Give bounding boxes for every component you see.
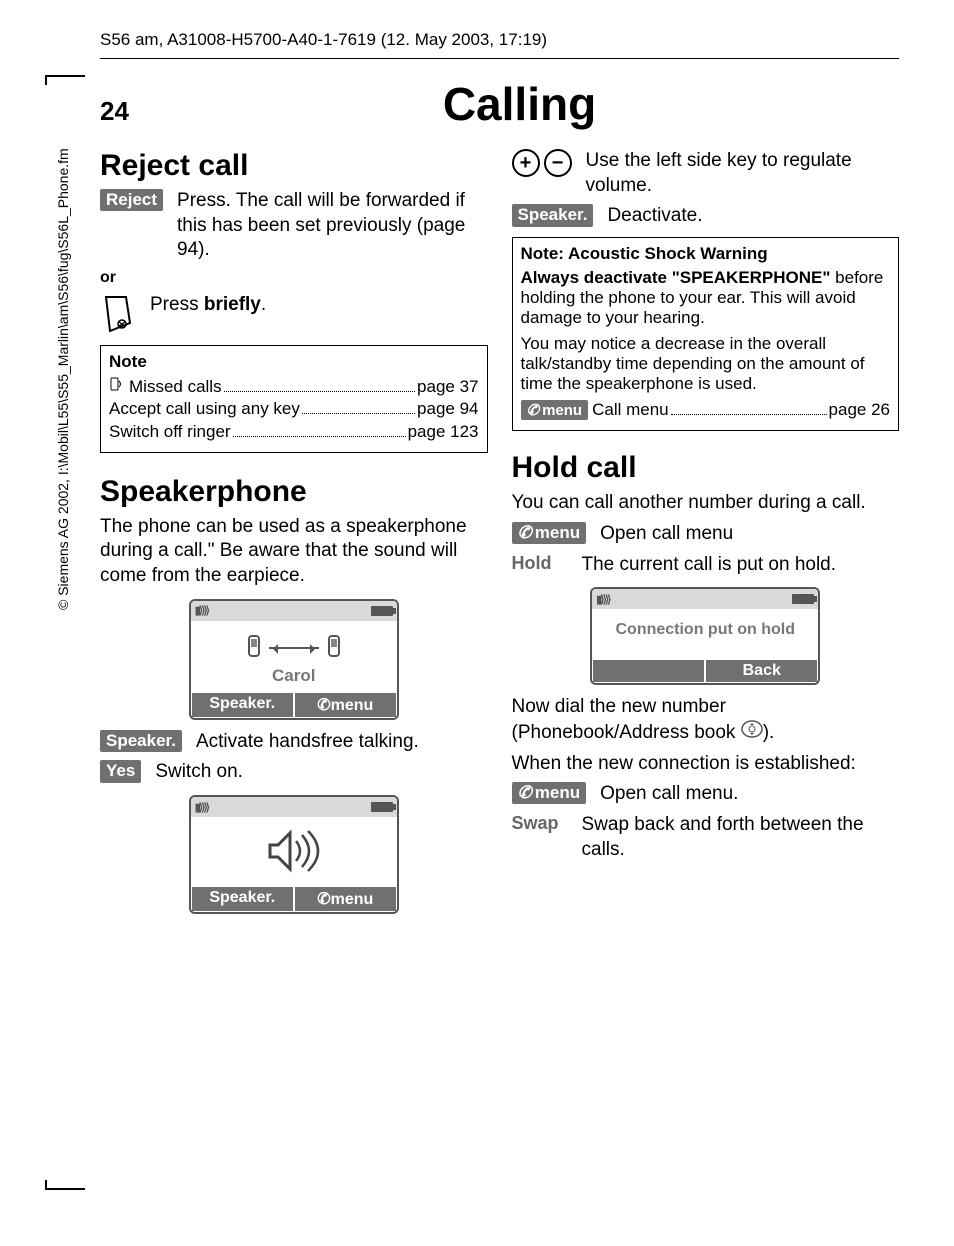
connection-established: When the new connection is established: (512, 752, 900, 777)
or-label: or (100, 269, 488, 287)
yes-desc: Switch on. (155, 760, 487, 785)
page-title: Calling (140, 77, 899, 131)
yes-softkey: Yes (100, 760, 141, 782)
plus-key-icon: + (512, 149, 540, 177)
doc-meta: S56 am, A31008-H5700-A40-1-7619 (12. May… (100, 30, 899, 50)
press-briefly: Press briefly. (150, 293, 488, 318)
softkey-menu: ✆menu (294, 692, 397, 718)
call-menu-softkey: ✆menu (521, 400, 589, 420)
speakerphone-heading: Speakerphone (100, 475, 488, 509)
end-call-icon (100, 293, 136, 335)
speakerphone-intro: The phone can be used as a speakerphone … (100, 515, 488, 589)
copyright-sidebar: © Siemens AG 2002, I:\Mobil\L55\S55_Marl… (55, 148, 71, 610)
reject-call-heading: Reject call (100, 149, 488, 183)
acoustic-warning-box: Note: Acoustic Shock Warning Always deac… (512, 237, 900, 431)
loudspeaker-icon (264, 862, 324, 879)
swap-desc: Swap back and forth between the calls. (582, 813, 900, 862)
signal-icon: ▮⟩⟩⟩⟩ (596, 593, 609, 606)
menu-softkey: ✆menu (512, 782, 587, 804)
menu-softkey: ✆menu (512, 522, 587, 544)
softkey-menu: ✆menu (294, 886, 397, 912)
speaker-off-softkey: Speaker. (512, 204, 594, 226)
minus-key-icon: − (544, 149, 572, 177)
reject-softkey: Reject (100, 189, 163, 211)
note-box: Note Missed callspage 37 Accept call usi… (100, 345, 488, 453)
phone-icon (245, 635, 263, 662)
softkey-back: Back (705, 659, 818, 683)
nav-key-icon (741, 720, 763, 746)
dial-new-number: Now dial the new number (Phonebook/Addre… (512, 695, 900, 745)
hold-desc: The current call is put on hold. (582, 553, 900, 578)
softkey-speaker: Speaker. (191, 886, 294, 912)
reject-desc: Press. The call will be forwarded if thi… (177, 189, 487, 263)
signal-icon: ▮⟩⟩⟩⟩ (195, 801, 208, 814)
signal-icon: ▮⟩⟩⟩⟩ (195, 604, 208, 617)
speaker-desc: Activate handsfree talking. (196, 730, 488, 755)
battery-icon (792, 594, 814, 604)
phone-screen-carol: ▮⟩⟩⟩⟩ Carol Speaker. ✆menu (189, 599, 399, 720)
phone-screen-speaker-on: ▮⟩⟩⟩⟩ Speaker. ✆menu (189, 795, 399, 914)
hold-label: Hold (512, 553, 582, 574)
transfer-arrow-icon (269, 647, 319, 649)
phone-screen-hold: ▮⟩⟩⟩⟩ Connection put on hold Back (590, 587, 820, 685)
softkey-speaker: Speaker. (191, 692, 294, 718)
missed-calls-icon (109, 376, 125, 397)
volume-desc: Use the left side key to regulate volume… (586, 149, 900, 198)
softkey-empty (592, 659, 705, 683)
hold-call-heading: Hold call (512, 451, 900, 485)
speaker-off-desc: Deactivate. (607, 204, 899, 229)
battery-icon (371, 606, 393, 616)
battery-icon (371, 802, 393, 812)
speaker-softkey: Speaker. (100, 730, 182, 752)
phone-icon (325, 635, 343, 662)
open-call-menu2-desc: Open call menu. (600, 782, 899, 807)
hold-intro: You can call another number during a cal… (512, 491, 900, 516)
open-call-menu-desc: Open call menu (600, 522, 899, 547)
swap-label: Swap (512, 813, 582, 834)
